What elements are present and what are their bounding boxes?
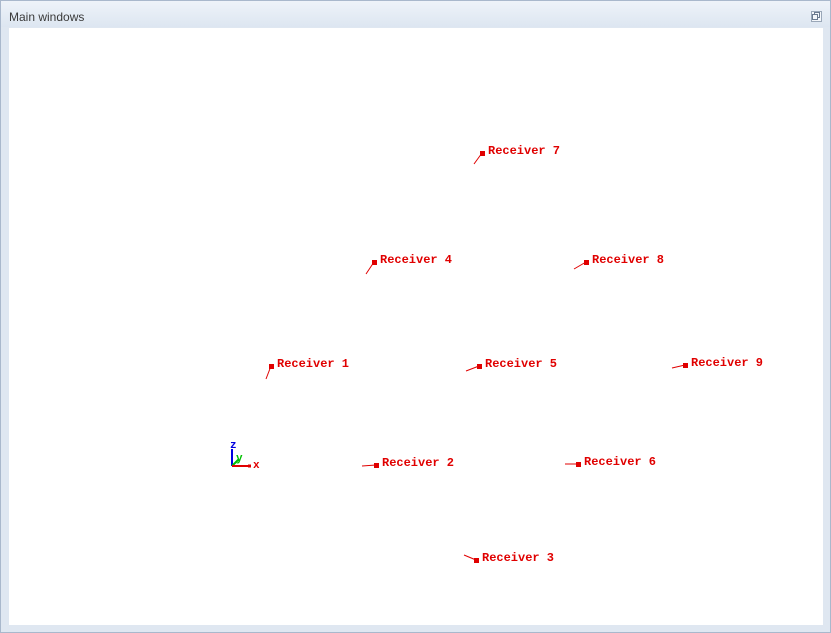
window-title: Main windows — [9, 10, 85, 24]
receiver-label: Receiver 2 — [382, 456, 454, 470]
receiver-marker — [474, 558, 479, 563]
receiver-label: Receiver 8 — [592, 253, 664, 267]
restore-button[interactable] — [811, 11, 822, 22]
receiver-marker — [269, 364, 274, 369]
restore-icon — [812, 12, 820, 20]
receiver-label: Receiver 1 — [277, 357, 349, 371]
main-window: Main windows — [0, 0, 831, 633]
receiver-marker — [576, 462, 581, 467]
title-bar[interactable]: Main windows — [1, 1, 830, 27]
receiver-marker — [477, 364, 482, 369]
receiver-marker — [372, 260, 377, 265]
receiver-label: Receiver 9 — [691, 356, 763, 370]
receiver-label: Receiver 4 — [380, 253, 452, 267]
receiver-label: Receiver 6 — [584, 455, 656, 469]
receiver-label: Receiver 3 — [482, 551, 554, 565]
3d-viewport[interactable] — [9, 28, 823, 625]
receiver-label: Receiver 7 — [488, 144, 560, 158]
receiver-marker — [480, 151, 485, 156]
receiver-marker — [374, 463, 379, 468]
receiver-label: Receiver 5 — [485, 357, 557, 371]
receiver-marker — [683, 363, 688, 368]
receiver-marker — [584, 260, 589, 265]
